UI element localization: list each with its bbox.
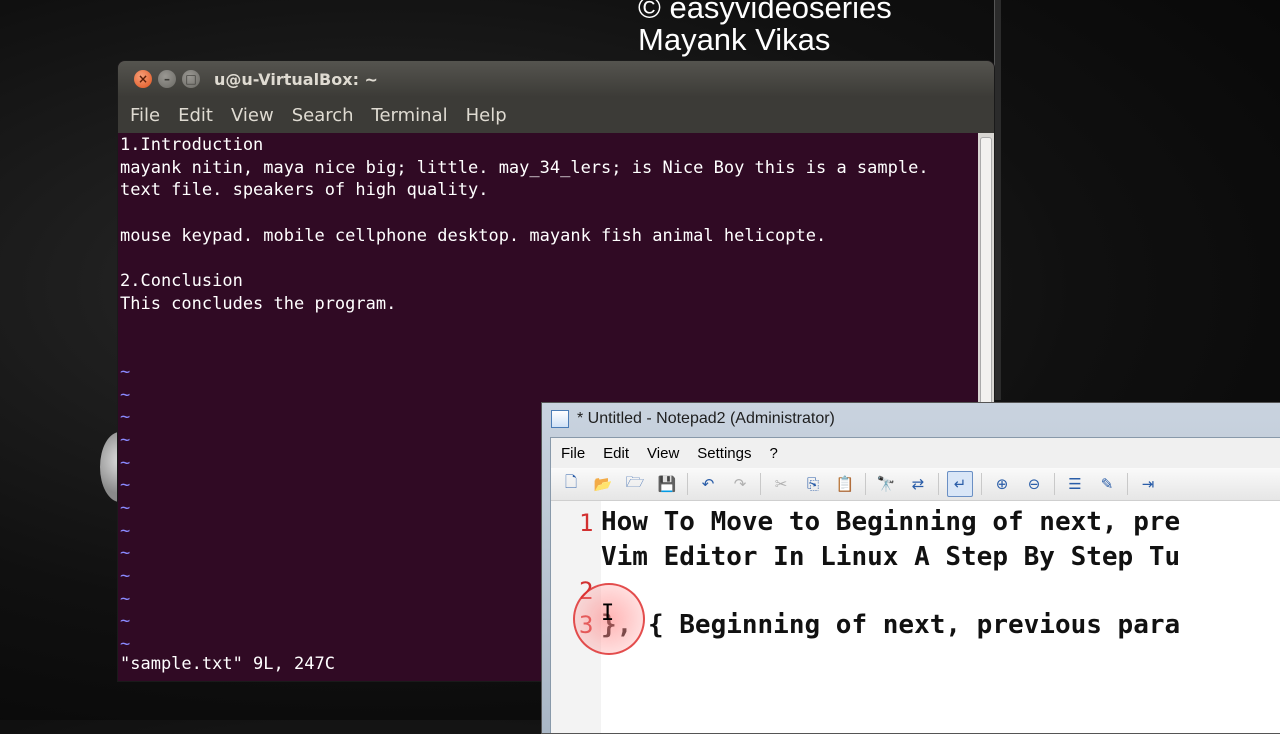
undo-icon[interactable]: ↶: [696, 472, 720, 496]
notepad-title: * Untitled - Notepad2 (Administrator): [577, 410, 835, 427]
terminal-titlebar[interactable]: × – □ u@u-VirtualBox: ~: [118, 61, 994, 97]
zoom-out-icon[interactable]: ⊖: [1022, 472, 1046, 496]
open-folder-icon[interactable]: 📂: [591, 472, 615, 496]
maximize-icon[interactable]: □: [182, 70, 200, 88]
watermark-author: Mayank Vikas: [638, 22, 831, 57]
vim-tilde: ~: [120, 361, 131, 382]
editor-line: }, { Beginning of next, previous para: [601, 610, 1181, 640]
text-cursor-icon: I: [601, 601, 615, 626]
cut-icon[interactable]: ✂: [769, 472, 793, 496]
toolbar-separator: [938, 473, 939, 495]
notepad-client: File Edit View Settings ? 🗋 📂 🗁 💾 ↶ ↷ ✂ …: [550, 437, 1280, 733]
menu-file[interactable]: File: [130, 105, 160, 126]
watermark: © easyvideoseries Mayank Vikas: [638, 0, 892, 56]
background-divider: [994, 0, 1001, 400]
zoom-in-icon[interactable]: ⊕: [990, 472, 1014, 496]
browse-icon[interactable]: 🗁: [623, 472, 647, 496]
terminal-line: 2.Conclusion: [120, 271, 243, 292]
menu-view[interactable]: View: [647, 445, 679, 462]
editor-line: How To Move to Beginning of next, pre: [601, 507, 1181, 537]
copy-icon[interactable]: ⎘: [801, 472, 825, 496]
notepad-app-icon: [551, 410, 569, 428]
menu-terminal[interactable]: Terminal: [372, 105, 448, 126]
save-icon[interactable]: 💾: [655, 472, 679, 496]
terminal-line: 1.Introduction: [120, 135, 264, 155]
toolbar-separator: [981, 473, 982, 495]
toolbar-separator: [1127, 473, 1128, 495]
menu-view[interactable]: View: [231, 105, 274, 126]
watermark-copyright: © easyvideoseries: [638, 0, 892, 25]
menu-edit[interactable]: Edit: [178, 105, 213, 126]
customize-icon[interactable]: ✎: [1095, 472, 1119, 496]
notepad-toolbar: 🗋 📂 🗁 💾 ↶ ↷ ✂ ⎘ 📋 🔭 ⇄ ↵ ⊕ ⊖ ☰ ✎ ⇥: [551, 468, 1280, 501]
notepad-titlebar[interactable]: * Untitled - Notepad2 (Administrator): [542, 403, 1280, 435]
scheme-icon[interactable]: ☰: [1063, 472, 1087, 496]
line-number: 1: [579, 509, 594, 537]
close-icon[interactable]: ×: [134, 70, 152, 88]
new-file-icon[interactable]: 🗋: [559, 472, 583, 496]
terminal-line: This concludes the program.: [120, 293, 397, 314]
paste-icon[interactable]: 📋: [833, 472, 857, 496]
menu-search[interactable]: Search: [292, 105, 354, 126]
menu-file[interactable]: File: [561, 445, 585, 462]
terminal-line: mayank nitin, maya nice big; little. may…: [120, 157, 929, 178]
menu-help[interactable]: Help: [466, 105, 507, 126]
notepad-menubar: File Edit View Settings ?: [551, 438, 1280, 468]
word-wrap-icon[interactable]: ↵: [947, 471, 973, 497]
menu-edit[interactable]: Edit: [603, 445, 629, 462]
terminal-line: mouse keypad. mobile cellphone desktop. …: [120, 225, 827, 246]
redo-icon[interactable]: ↷: [728, 472, 752, 496]
find-icon[interactable]: 🔭: [874, 472, 898, 496]
exit-icon[interactable]: ⇥: [1136, 472, 1160, 496]
vim-status-line: "sample.txt" 9L, 247C: [120, 654, 335, 674]
terminal-menubar: File Edit View Search Terminal Help: [118, 97, 994, 133]
toolbar-separator: [760, 473, 761, 495]
toolbar-separator: [687, 473, 688, 495]
toolbar-separator: [1054, 473, 1055, 495]
toolbar-separator: [865, 473, 866, 495]
minimize-icon[interactable]: –: [158, 70, 176, 88]
replace-icon[interactable]: ⇄: [906, 472, 930, 496]
notepad-window: * Untitled - Notepad2 (Administrator) Fi…: [541, 402, 1280, 734]
menu-settings[interactable]: Settings: [697, 445, 751, 462]
notepad-editor[interactable]: 1 2 3 How To Move to Beginning of next, …: [551, 501, 1280, 733]
editor-line: Vim Editor In Linux A Step By Step Tu: [601, 542, 1181, 572]
menu-help[interactable]: ?: [769, 445, 777, 462]
terminal-line: text file. speakers of high quality.: [120, 180, 489, 201]
terminal-title: u@u-VirtualBox: ~: [214, 69, 378, 89]
